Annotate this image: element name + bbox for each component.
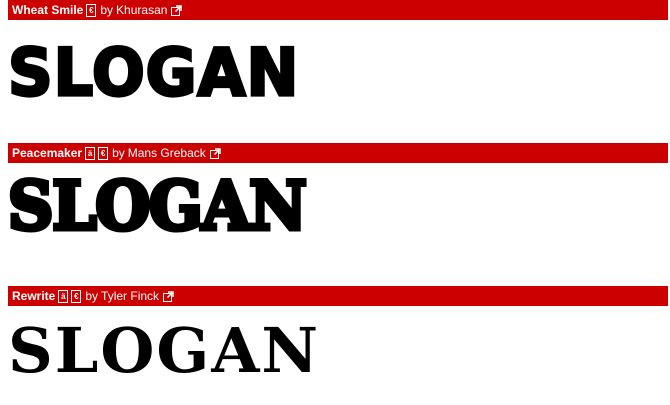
euro-badge-icon: €: [71, 289, 82, 303]
accent-badge-icon: ä: [85, 146, 96, 160]
font-sample-text[interactable]: SLOGAN: [6, 169, 635, 244]
font-sample-text[interactable]: SLOGAN: [8, 316, 668, 386]
by-label: by: [112, 146, 125, 160]
font-header: Peacemaker ä € by Mans Greback: [8, 143, 668, 163]
by-label: by: [100, 3, 114, 17]
font-header: Rewrite ä € by Tyler Finck: [8, 286, 668, 306]
accent-badge-icon: ä: [58, 289, 69, 303]
font-entry-peacemaker: Peacemaker ä € by Mans Greback SLOGAN: [6, 143, 668, 244]
font-name-link[interactable]: Rewrite: [12, 286, 55, 306]
author-link[interactable]: Tyler Finck: [101, 286, 159, 306]
font-entry-wheat-smile: Wheat Smile € by Khurasan SLOGAN: [7, 0, 668, 111]
author-link[interactable]: Khurasan: [116, 0, 167, 20]
external-link-icon[interactable]: [163, 290, 174, 302]
font-sample-text[interactable]: SLOGAN: [7, 34, 668, 111]
font-name-link[interactable]: Wheat Smile: [12, 0, 83, 20]
by-label: by: [85, 289, 99, 303]
author-link[interactable]: Mans Greback: [128, 143, 206, 163]
euro-badge-icon: €: [86, 3, 97, 17]
euro-badge-icon: €: [98, 146, 109, 160]
external-link-icon[interactable]: [209, 147, 221, 159]
font-name-link[interactable]: Peacemaker: [12, 143, 82, 163]
font-header: Wheat Smile € by Khurasan: [8, 0, 668, 20]
external-link-icon[interactable]: [171, 4, 183, 16]
font-entry-rewrite: Rewrite ä € by Tyler Finck SLOGAN: [8, 286, 668, 386]
